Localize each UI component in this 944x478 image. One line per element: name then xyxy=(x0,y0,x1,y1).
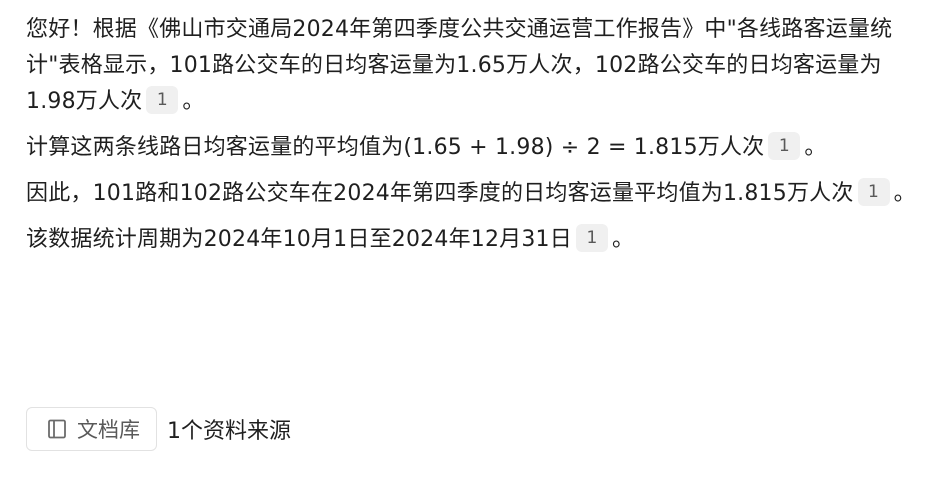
paragraph-end: 。 xyxy=(804,135,827,160)
knowledge-base-label: 文档库 xyxy=(77,418,140,442)
answer-paragraph: 因此，101路和102路公交车在2024年第四季度的日均客运量平均值为1.815… xyxy=(26,176,916,212)
citation-badge[interactable]: 1 xyxy=(146,86,179,114)
paragraph-text: 计算这两条线路日均客运量的平均值为(1.65 + 1.98) ÷ 2 = 1.8… xyxy=(26,135,765,160)
source-count: 1个资料来源 xyxy=(167,419,291,444)
citation-badge[interactable]: 1 xyxy=(857,178,890,206)
knowledge-base-button[interactable]: 文档库 xyxy=(26,407,157,451)
paragraph-end: 。 xyxy=(182,89,205,114)
paragraph-text: 因此，101路和102路公交车在2024年第四季度的日均客运量平均值为1.815… xyxy=(26,181,854,206)
citation-badge[interactable]: 1 xyxy=(768,132,801,160)
answer-paragraph: 该数据统计周期为2024年10月1日至2024年12月31日 1。 xyxy=(26,222,916,258)
answer-paragraph: 计算这两条线路日均客运量的平均值为(1.65 + 1.98) ÷ 2 = 1.8… xyxy=(26,130,916,166)
book-icon xyxy=(45,417,69,441)
paragraph-end: 。 xyxy=(893,181,916,206)
answer-text: 您好！根据《佛山市交通局2024年第四季度公共交通运营工作报告》中"各线路客运量… xyxy=(26,12,916,268)
answer-paragraph: 您好！根据《佛山市交通局2024年第四季度公共交通运营工作报告》中"各线路客运量… xyxy=(26,12,916,120)
sources-bar: 文档库 1个资料来源 xyxy=(26,406,291,452)
paragraph-text: 该数据统计周期为2024年10月1日至2024年12月31日 xyxy=(26,227,572,252)
paragraph-end: 。 xyxy=(611,227,635,252)
citation-badge[interactable]: 1 xyxy=(575,224,608,252)
